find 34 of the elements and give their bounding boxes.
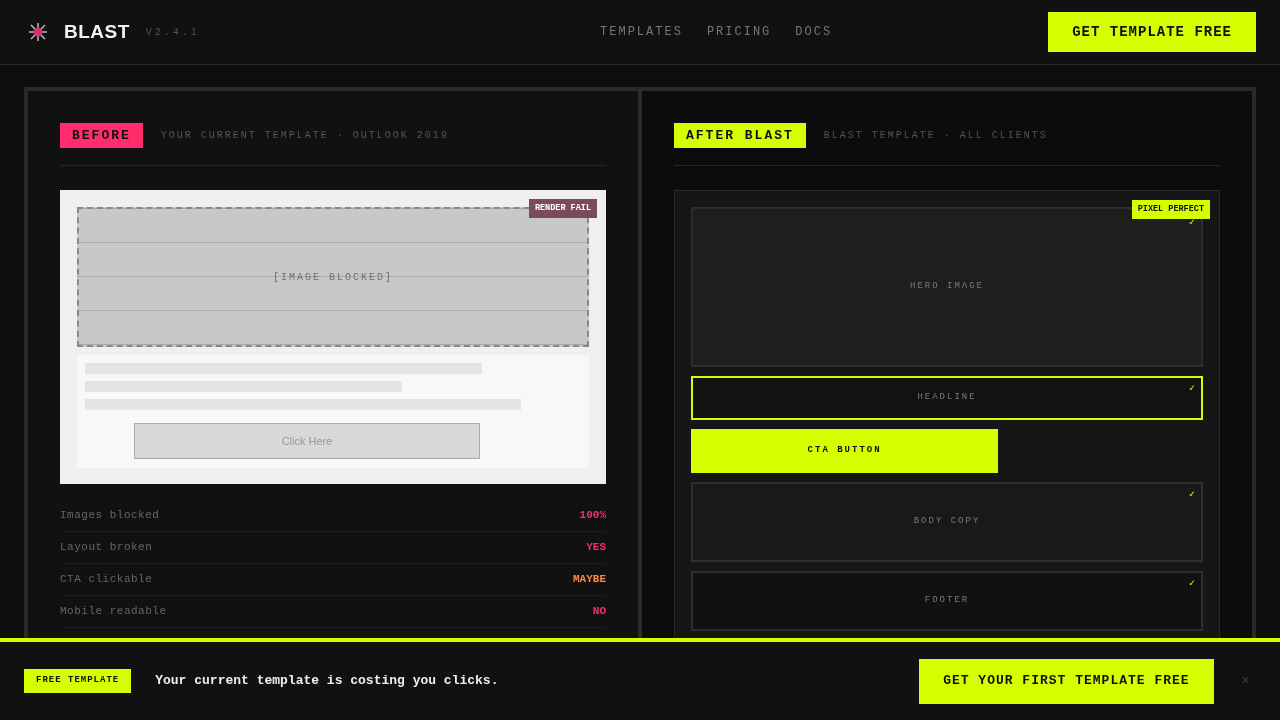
after-badge: AFTER BLAST <box>674 123 806 148</box>
stat-label: Mobile readable <box>60 604 167 620</box>
before-badge: BEFORE <box>60 123 143 148</box>
stat-value: MAYBE <box>573 572 606 588</box>
nav-link[interactable]: PRICING <box>706 23 772 41</box>
nav-link[interactable]: TEMPLATES <box>600 23 683 41</box>
nav-link[interactable]: DOCS <box>795 23 833 41</box>
first-template-button[interactable]: GET YOUR FIRST TEMPLATE FREE <box>919 658 1214 704</box>
logo-icon <box>28 22 48 42</box>
check-mark: ✓ <box>1188 216 1195 230</box>
pixel-perfect-badge: PIXEL PERFECT <box>1131 200 1210 219</box>
panel-caption: BLAST TEMPLATE · ALL CLIENTS <box>823 129 1048 143</box>
stat-label: Images blocked <box>60 508 160 524</box>
check-mark: ✓ <box>1188 577 1195 591</box>
block-label: HEADLINE <box>917 391 977 405</box>
stat-label: Layout broken <box>60 540 153 556</box>
free-template-tag: FREE TEMPLATE <box>24 669 132 693</box>
stat-label: CTA clickable <box>60 572 153 588</box>
version-label: V2.4.1 <box>145 25 200 40</box>
stat-value: 100% <box>579 508 606 524</box>
block-label: HERO IMAGE <box>910 280 984 294</box>
render-fail-badge: RENDER FAIL <box>528 199 597 218</box>
get-template-button[interactable]: GET TEMPLATE FREE <box>1048 12 1256 52</box>
block-label: FOOTER <box>924 594 970 608</box>
panel-caption: YOUR CURRENT TEMPLATE · OUTLOOK 2019 <box>160 129 449 143</box>
brand-name: BLAST <box>64 19 130 44</box>
image-placeholder-label: [IMAGE BLOCKED] <box>273 270 393 285</box>
check-mark: ✓ <box>1188 488 1195 502</box>
stat-value: YES <box>586 540 606 556</box>
block-label: CTA BUTTON <box>807 444 882 458</box>
stat-value: NO <box>592 604 606 620</box>
check-mark: ✓ <box>1188 382 1195 396</box>
banner-message: Your current template is costing you clicks. <box>155 672 499 691</box>
block-label: BODY COPY <box>913 515 981 529</box>
